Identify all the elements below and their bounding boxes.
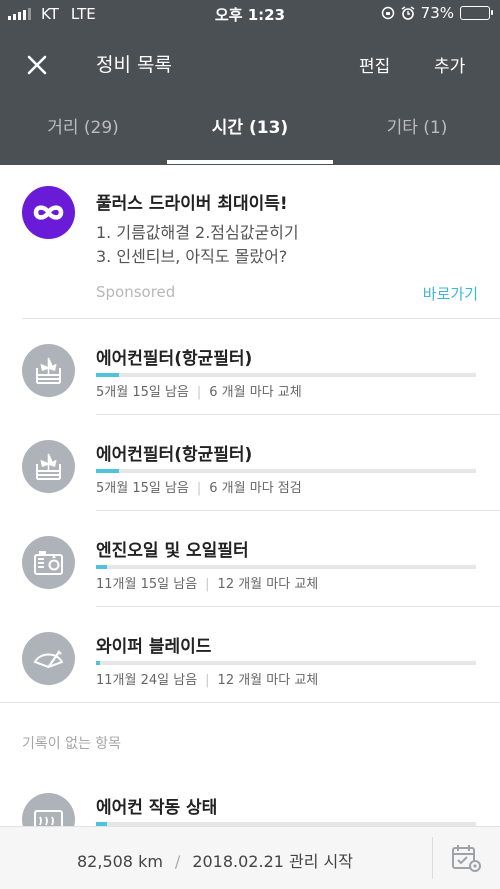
- meta-separator: |: [196, 385, 202, 400]
- footer-text: 82,508 km / 2018.02.21 관리 시작: [0, 848, 430, 872]
- item-interval: 6 개월 마다 교체: [209, 385, 302, 400]
- item-progress-bar: [96, 565, 476, 569]
- item-meta: 11개월 24일 남음 | 12 개월 마다 교체: [96, 669, 318, 688]
- sponsored-ad[interactable]: 풀러스 드라이버 최대이득! 1. 기름값해결 2.점심값굳히기 3. 인센티브…: [0, 165, 500, 319]
- active-tab-indicator: [167, 160, 333, 164]
- footer-summary: 82,508 km / 2018.02.21 관리 시작: [0, 826, 500, 889]
- maintenance-item[interactable]: 엔진오일 및 오일필터 11개월 15일 남음 | 12 개월 마다 교체: [0, 511, 500, 607]
- meta-separator: |: [205, 577, 210, 592]
- item-meta: 5개월 15일 남음 | 6 개월 마다 교체: [96, 381, 302, 400]
- item-progress-fill: [96, 661, 100, 665]
- item-name: 에어컨필터(항균필터): [96, 349, 253, 369]
- item-remaining: 11개월 24일 남음: [96, 673, 198, 688]
- tab-distance[interactable]: 거리 (29): [0, 98, 166, 165]
- add-button[interactable]: 추가: [434, 52, 465, 77]
- close-icon: [27, 55, 47, 75]
- divider: [0, 702, 500, 703]
- calendar-settings-icon: [452, 845, 481, 872]
- item-remaining: 5개월 15일 남음: [96, 481, 189, 496]
- ad-cta-link[interactable]: 바로가기: [423, 283, 478, 304]
- wiper-icon: [22, 632, 75, 685]
- divider: [432, 837, 433, 879]
- item-progress-bar: [96, 373, 476, 377]
- item-remaining: 11개월 15일 남음: [96, 577, 198, 592]
- item-meta: 11개월 15일 남음 | 12 개월 마다 교체: [96, 573, 318, 592]
- ad-body-line-1: 1. 기름값해결 2.점심값굳히기: [96, 223, 299, 242]
- item-interval: 6 개월 마다 점검: [209, 481, 302, 496]
- alarm-icon: [401, 6, 415, 20]
- tab-other[interactable]: 기타 (1): [334, 98, 500, 165]
- status-right: 73%: [381, 4, 493, 22]
- status-bar: KT LTE 오후 1:23 73%: [0, 0, 500, 28]
- item-progress-fill: [96, 565, 108, 569]
- aircon-filter-icon: [22, 344, 75, 397]
- item-name: 와이퍼 블레이드: [96, 637, 212, 657]
- item-name: 에어컨필터(항균필터): [96, 445, 253, 465]
- calendar-settings-button[interactable]: [450, 843, 482, 873]
- mileage: 82,508 km: [77, 852, 163, 871]
- rotation-lock-icon: [381, 6, 394, 20]
- ad-title: 풀러스 드라이버 최대이득!: [96, 194, 288, 214]
- meta-separator: |: [205, 673, 210, 688]
- sponsored-label: Sponsored: [96, 283, 176, 301]
- meta-separator: |: [196, 481, 202, 496]
- battery-icon: [460, 6, 493, 20]
- advertiser-logo: [22, 186, 75, 239]
- maintenance-item[interactable]: 와이퍼 블레이드 11개월 24일 남음 | 12 개월 마다 교체: [0, 607, 500, 703]
- item-progress-bar: [96, 469, 476, 473]
- tab-time[interactable]: 시간 (13): [167, 98, 333, 165]
- item-interval: 12 개월 마다 교체: [217, 673, 319, 688]
- ad-body-line-2: 3. 인센티브, 아직도 몰랐어?: [96, 247, 288, 266]
- item-remaining: 5개월 15일 남음: [96, 385, 189, 400]
- maintenance-item[interactable]: 에어컨필터(항균필터) 5개월 15일 남음 | 6 개월 마다 점검: [0, 415, 500, 511]
- infinity-logo-icon: [33, 205, 64, 220]
- aircon-filter-icon: [22, 440, 75, 493]
- footer-separator: /: [174, 852, 181, 871]
- item-interval: 12 개월 마다 교체: [217, 577, 319, 592]
- battery-percent: 73%: [420, 4, 454, 22]
- maintenance-item[interactable]: 에어컨필터(항균필터) 5개월 15일 남음 | 6 개월 마다 교체: [0, 319, 500, 415]
- page-title: 정비 목록: [96, 54, 172, 76]
- engine-oil-icon: [22, 536, 75, 589]
- item-progress-fill: [96, 469, 119, 473]
- close-button[interactable]: [22, 50, 52, 80]
- section-header-no-record: 기록이 없는 항목: [22, 736, 122, 752]
- item-progress-fill: [96, 373, 119, 377]
- item-progress-bar: [96, 661, 476, 665]
- item-meta: 5개월 15일 남음 | 6 개월 마다 점검: [96, 477, 302, 496]
- edit-button[interactable]: 편집: [359, 52, 390, 77]
- management-start: 2018.02.21 관리 시작: [192, 852, 353, 871]
- item-name: 에어컨 작동 상태: [96, 798, 218, 818]
- app-header: 정비 목록 편집 추가: [0, 28, 500, 98]
- item-name: 엔진오일 및 오일필터: [96, 541, 249, 561]
- tab-bar: 거리 (29) 시간 (13) 기타 (1): [0, 98, 500, 165]
